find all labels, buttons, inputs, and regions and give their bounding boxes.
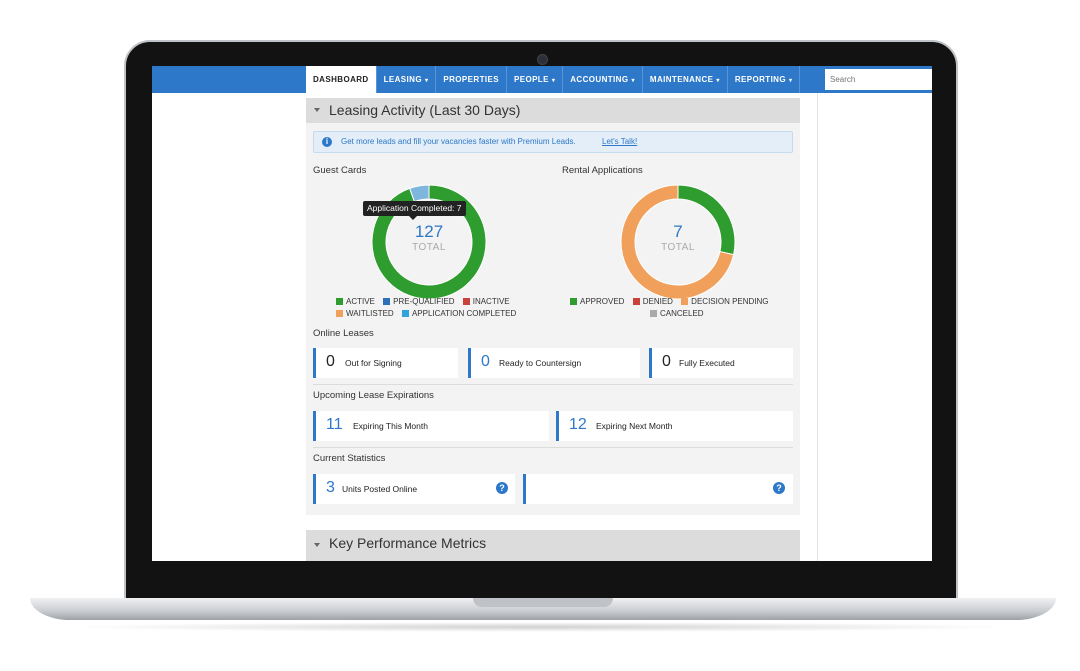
stat-value: 0 [326,353,335,370]
nav-people[interactable]: PEOPLE ▾ [507,66,564,93]
stat-label: Expiring This Month [353,421,428,431]
chevron-down-icon: ▾ [716,78,720,84]
dashboard-content: Leasing Activity (Last 30 Days) i Get mo… [306,98,800,561]
app-screen: DASHBOARD LEASING ▾ PROPERTIES PEOPLE ▾ AC… [152,66,932,561]
stat-label: Units Posted Online [342,484,418,494]
stat-label: Expiring Next Month [596,421,673,431]
stat-expiring-next-month[interactable]: 12 Expiring Next Month [556,411,793,441]
online-leases-title: Online Leases [313,328,374,339]
stat-out-for-signing[interactable]: 0 Out for Signing [313,348,458,378]
collapse-icon[interactable] [314,543,320,547]
stat-empty: ? [523,474,793,504]
info-icon: i [322,137,332,147]
leasing-activity-header[interactable]: Leasing Activity (Last 30 Days) [306,98,800,123]
stat-ready-to-countersign[interactable]: 0 Ready to Countersign [468,348,640,378]
camera-icon [537,54,548,65]
lets-talk-link[interactable]: Let's Talk! [602,137,637,146]
rental-applications-total-label: TOTAL [661,242,695,253]
laptop-shadow [60,622,1020,632]
legend-item-pre-qualified[interactable]: PRE-QUALIFIED [383,297,454,306]
legend-item-approved[interactable]: APPROVED [570,297,624,306]
key-performance-metrics-panel[interactable]: Key Performance Metrics [306,530,800,561]
current-statistics-title: Current Statistics [313,453,386,464]
stat-units-posted-online[interactable]: 3 Units Posted Online ? [313,474,515,504]
section-divider [313,447,793,448]
stat-expiring-this-month[interactable]: 11 Expiring This Month [313,411,549,441]
guest-cards-total: 127 [414,222,444,241]
alert-text: Get more leads and fill your vacancies f… [341,137,576,146]
nav-leasing[interactable]: LEASING ▾ [377,66,437,93]
left-margin [152,93,306,561]
help-icon[interactable]: ? [773,482,785,494]
nav-dashboard[interactable]: DASHBOARD [306,66,377,93]
stat-value: 3 [326,479,335,496]
lease-expirations-title: Upcoming Lease Expirations [313,390,434,401]
guest-cards-title: Guest Cards [313,165,367,176]
stat-value: 11 [326,416,343,433]
panel-title: Leasing Activity (Last 30 Days) [329,102,521,118]
legend-item-decision-pending[interactable]: DECISION PENDING [681,297,769,306]
chevron-down-icon: ▾ [551,78,556,84]
stat-label: Fully Executed [679,358,735,368]
chevron-down-icon: ▾ [789,78,793,84]
legend-item-canceled[interactable]: CANCELED [650,309,704,318]
section-divider [313,384,793,385]
stat-value: 12 [569,416,587,433]
guest-cards-legend: ACTIVE PRE-QUALIFIED INACTIVE WAITLISTED… [336,297,522,318]
legend-item-inactive[interactable]: INACTIVE [462,297,510,306]
stat-value: 0 [481,353,490,370]
laptop-notch [473,598,613,607]
legend-item-active[interactable]: ACTIVE [336,297,375,306]
stat-fully-executed[interactable]: 0 Fully Executed [649,348,793,378]
legend-item-waitlisted[interactable]: WAITLISTED [336,309,394,318]
stat-value: 0 [662,353,671,370]
leasing-activity-panel: Leasing Activity (Last 30 Days) i Get mo… [306,98,800,515]
guest-cards-total-label: TOTAL [412,242,446,253]
rental-applications-total: 7 [673,222,683,241]
stat-label: Ready to Countersign [499,358,582,368]
nav-accounting[interactable]: ACCOUNTING ▾ [563,66,643,93]
legend-item-application-completed[interactable]: APPLICATION COMPLETED [401,309,516,318]
chart-tooltip: Application Completed: 7 [363,201,466,220]
premium-leads-alert: i Get more leads and fill your vacancies… [313,131,793,153]
chevron-down-icon: ▾ [631,78,635,84]
stat-label: Out for Signing [345,358,402,368]
chevron-down-icon: ▾ [424,78,429,84]
nav-properties[interactable]: PROPERTIES [436,66,507,93]
panel-title: Key Performance Metrics [329,535,487,551]
main-nav: DASHBOARD LEASING ▾ PROPERTIES PEOPLE ▾ AC… [306,66,801,93]
rental-applications-center: 7 TOTAL [638,222,718,253]
legend-item-denied[interactable]: DENIED [632,297,673,306]
nav-maintenance[interactable]: MAINTENANCE ▾ [643,66,728,93]
rental-applications-title: Rental Applications [562,165,643,176]
nav-reporting[interactable]: REPORTING ▾ [728,66,801,93]
guest-cards-center: 127 TOTAL [389,222,469,253]
rental-applications-legend: APPROVED DENIED DECISION PENDING CANCELE… [570,297,775,318]
search-input[interactable] [825,69,932,90]
collapse-icon[interactable] [314,108,320,112]
help-icon[interactable]: ? [496,482,508,494]
right-sidebar [817,93,932,561]
